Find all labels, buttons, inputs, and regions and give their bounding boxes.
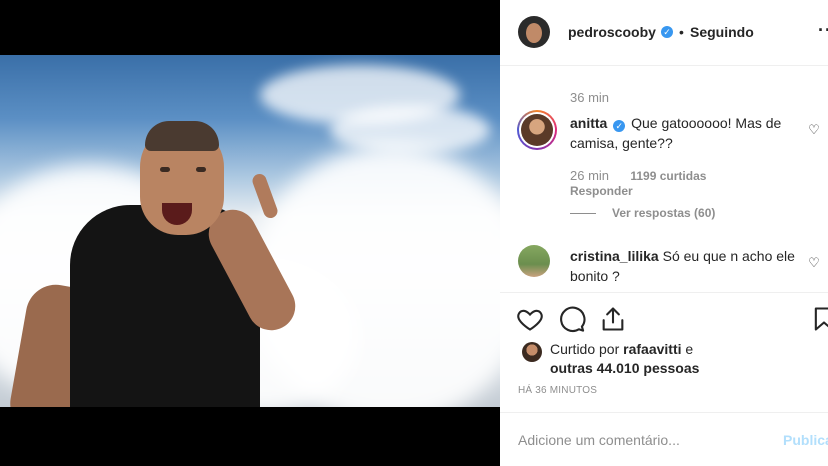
likes-others[interactable]: outras 44.010 pessoas — [550, 360, 699, 376]
comment-avatar-cristina[interactable] — [518, 245, 550, 277]
publish-button[interactable]: Publicar — [783, 432, 828, 448]
comment-meta: 26 min 1199 curtidas — [570, 168, 706, 183]
comment-like-heart-icon[interactable]: ♡ — [807, 123, 821, 137]
view-replies-button[interactable]: Ver respostas (60) — [612, 206, 715, 220]
reply-button[interactable]: Responder — [570, 184, 633, 198]
likes-summary: Curtido por rafaavitti e outras 44.010 p… — [550, 340, 810, 378]
likes-conjunction: e — [685, 341, 694, 357]
following-button[interactable]: Seguindo — [690, 24, 754, 40]
likes-prefix: Curtido por — [550, 341, 620, 357]
comment-likes-count[interactable]: 1199 curtidas — [630, 169, 706, 183]
header-separator: • — [679, 24, 684, 40]
post-timestamp[interactable]: HÁ 36 MINUTOS — [518, 385, 597, 396]
liker-avatar[interactable] — [522, 342, 542, 362]
comment-anitta: anitta ✓ Que gatoooooo! Mas de camisa, g… — [570, 113, 800, 153]
verified-badge-icon: ✓ — [661, 26, 673, 38]
add-comment-bar: Publicar — [500, 412, 828, 466]
share-icon[interactable] — [599, 305, 627, 333]
post-media — [0, 0, 500, 466]
heart-icon[interactable] — [516, 305, 544, 333]
comment-cristina: cristina_lilika Só eu que n acho ele bon… — [570, 246, 800, 286]
comment-username[interactable]: anitta — [570, 115, 607, 131]
verified-badge-icon: ✓ — [613, 120, 626, 132]
author-avatar[interactable] — [518, 16, 550, 48]
replies-divider — [570, 213, 596, 214]
post-header: pedroscooby ✓ • Seguindo ··· — [500, 0, 828, 66]
comment-icon[interactable] — [558, 305, 586, 333]
author-username[interactable]: pedroscooby — [568, 24, 656, 40]
comment-username[interactable]: cristina_lilika — [570, 248, 659, 264]
action-bar — [500, 292, 828, 342]
comment-time: 36 min — [570, 90, 610, 105]
comment-avatar-anitta[interactable] — [517, 110, 557, 150]
comment-like-heart-icon[interactable]: ♡ — [807, 256, 821, 270]
comment-input[interactable] — [518, 432, 768, 448]
liker-username[interactable]: rafaavitti — [623, 341, 681, 357]
post-photo[interactable] — [0, 55, 500, 407]
more-options-icon[interactable]: ··· — [818, 20, 828, 41]
bookmark-icon[interactable] — [810, 305, 828, 333]
post-side-panel: pedroscooby ✓ • Seguindo ··· 36 min anit… — [500, 0, 828, 466]
comment-meta-time: 26 min — [570, 168, 610, 183]
